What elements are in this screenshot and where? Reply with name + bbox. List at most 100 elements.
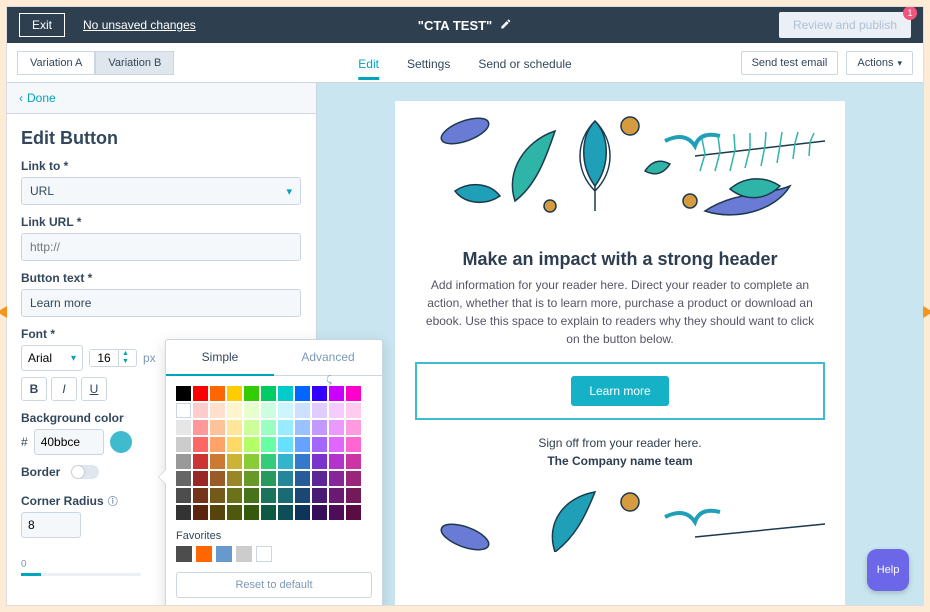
favorite-swatch[interactable]	[176, 546, 192, 562]
color-swatch[interactable]	[261, 505, 276, 520]
color-swatch[interactable]	[210, 437, 225, 452]
color-swatch[interactable]	[295, 471, 310, 486]
color-swatch[interactable]	[295, 505, 310, 520]
corner-radius-slider[interactable]	[21, 573, 141, 576]
color-swatch[interactable]	[227, 403, 242, 418]
color-swatch[interactable]	[193, 437, 208, 452]
done-back-button[interactable]: ‹ Done	[7, 83, 316, 114]
color-swatch[interactable]	[244, 437, 259, 452]
color-swatch[interactable]	[295, 420, 310, 435]
color-swatch[interactable]	[346, 420, 361, 435]
review-publish-button[interactable]: Review and publish 1	[779, 12, 911, 38]
color-swatch[interactable]	[244, 488, 259, 503]
font-family-select[interactable]: Arial ▾	[21, 345, 83, 371]
color-swatch[interactable]	[312, 471, 327, 486]
preview-signoff[interactable]: Sign off from your reader here.	[538, 436, 701, 450]
color-swatch[interactable]	[312, 505, 327, 520]
favorite-swatch[interactable]	[236, 546, 252, 562]
color-swatch[interactable]	[278, 403, 293, 418]
color-tab-simple[interactable]: Simple	[166, 340, 274, 376]
color-swatch[interactable]	[278, 471, 293, 486]
favorite-swatch[interactable]	[196, 546, 212, 562]
color-swatch[interactable]	[346, 471, 361, 486]
button-text-input[interactable]	[21, 289, 301, 317]
color-swatch[interactable]	[278, 488, 293, 503]
exit-button[interactable]: Exit	[19, 13, 65, 37]
color-tab-advanced[interactable]: Advanced	[274, 340, 382, 376]
color-swatch[interactable]	[176, 437, 191, 452]
color-swatch[interactable]	[312, 420, 327, 435]
color-swatch[interactable]	[295, 403, 310, 418]
underline-button[interactable]: U	[81, 377, 107, 401]
color-swatch[interactable]	[227, 488, 242, 503]
bg-hex-input[interactable]	[34, 429, 104, 455]
color-swatch[interactable]	[210, 386, 225, 401]
italic-button[interactable]: I	[51, 377, 77, 401]
color-swatch[interactable]	[261, 386, 276, 401]
color-swatch[interactable]	[261, 488, 276, 503]
color-swatch[interactable]	[261, 420, 276, 435]
edit-title-icon[interactable]	[500, 18, 512, 33]
color-swatch[interactable]	[210, 488, 225, 503]
color-swatch[interactable]	[329, 386, 344, 401]
color-swatch[interactable]	[193, 403, 208, 418]
color-swatch[interactable]	[278, 505, 293, 520]
link-url-input[interactable]	[21, 233, 301, 261]
color-swatch[interactable]	[261, 437, 276, 452]
color-swatch[interactable]	[261, 471, 276, 486]
color-swatch[interactable]	[193, 471, 208, 486]
color-swatch[interactable]	[312, 488, 327, 503]
color-swatch[interactable]	[295, 454, 310, 469]
color-swatch[interactable]	[346, 454, 361, 469]
color-swatch[interactable]	[329, 420, 344, 435]
color-swatch[interactable]	[346, 488, 361, 503]
color-swatch[interactable]	[227, 437, 242, 452]
color-swatch[interactable]	[329, 471, 344, 486]
border-toggle[interactable]	[71, 465, 99, 479]
tab-edit[interactable]: Edit	[358, 47, 379, 79]
color-swatch[interactable]	[329, 505, 344, 520]
unsaved-changes-link[interactable]: No unsaved changes	[83, 18, 196, 32]
color-swatch[interactable]	[176, 403, 191, 418]
color-swatch[interactable]	[176, 454, 191, 469]
color-swatch[interactable]	[227, 386, 242, 401]
favorite-swatch[interactable]	[216, 546, 232, 562]
color-swatch[interactable]	[210, 403, 225, 418]
color-swatch[interactable]	[176, 488, 191, 503]
color-swatch[interactable]	[244, 505, 259, 520]
color-swatch[interactable]	[227, 420, 242, 435]
link-to-select[interactable]: URL ▾	[21, 177, 301, 205]
color-swatch[interactable]	[312, 403, 327, 418]
color-swatch[interactable]	[329, 403, 344, 418]
color-swatch[interactable]	[176, 471, 191, 486]
bold-button[interactable]: B	[21, 377, 47, 401]
font-size-stepper[interactable]: ▲ ▼	[89, 349, 137, 367]
color-swatch[interactable]	[278, 420, 293, 435]
color-swatch[interactable]	[244, 420, 259, 435]
color-swatch[interactable]	[261, 454, 276, 469]
color-swatch[interactable]	[210, 454, 225, 469]
color-swatch[interactable]	[244, 403, 259, 418]
color-swatch[interactable]	[312, 386, 327, 401]
cta-module-selected[interactable]: Learn more	[415, 362, 825, 420]
info-icon[interactable]: ⓘ	[108, 497, 118, 508]
color-swatch[interactable]	[346, 505, 361, 520]
color-swatch[interactable]	[193, 454, 208, 469]
color-swatch[interactable]	[227, 471, 242, 486]
color-swatch[interactable]	[278, 386, 293, 401]
color-swatch[interactable]	[193, 420, 208, 435]
color-swatch[interactable]	[346, 403, 361, 418]
preview-team[interactable]: The Company name team	[547, 454, 692, 468]
color-swatch[interactable]	[227, 505, 242, 520]
help-button[interactable]: Help	[867, 549, 909, 591]
color-swatch[interactable]	[244, 386, 259, 401]
color-swatch[interactable]	[346, 386, 361, 401]
color-swatch[interactable]	[227, 454, 242, 469]
add-favorite-swatch[interactable]	[256, 546, 272, 562]
reset-default-button[interactable]: Reset to default	[176, 572, 372, 598]
preview-body[interactable]: Add information for your reader here. Di…	[395, 276, 845, 348]
color-swatch[interactable]	[329, 488, 344, 503]
step-up-icon[interactable]: ▲	[119, 350, 132, 358]
color-swatch[interactable]	[295, 386, 310, 401]
font-size-input[interactable]	[90, 350, 118, 366]
